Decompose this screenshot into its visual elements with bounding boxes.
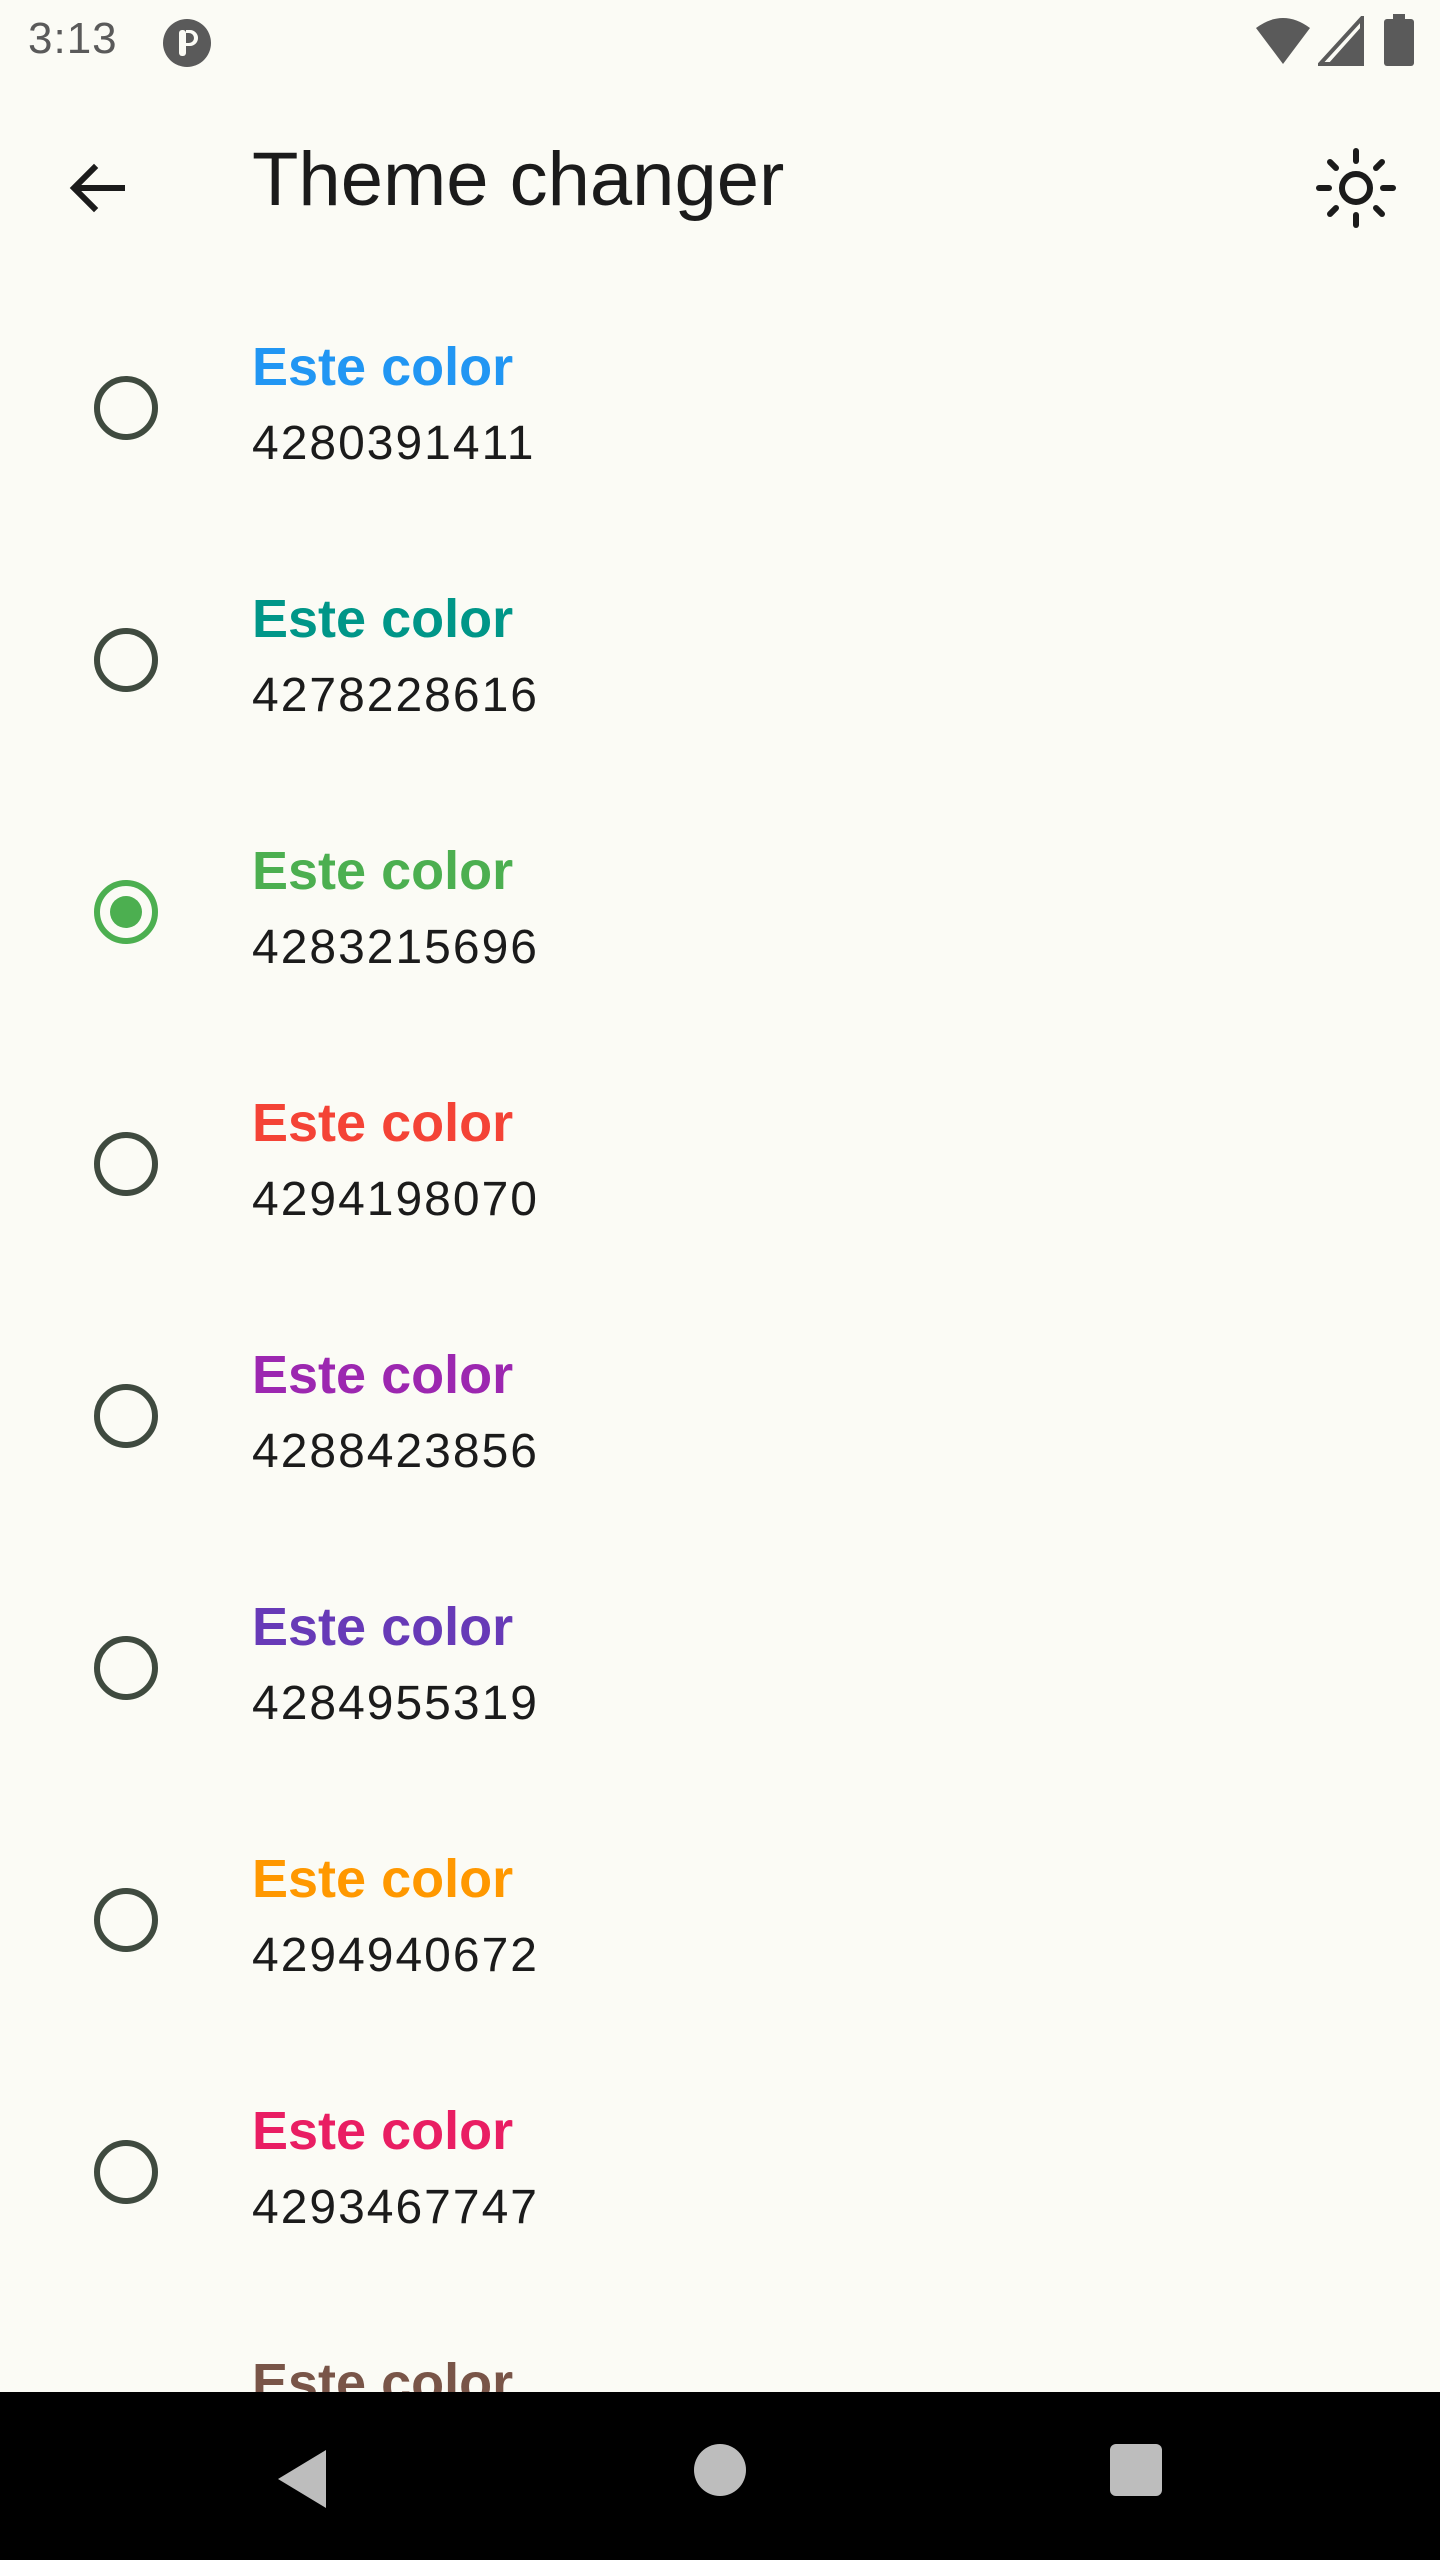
- radio-button[interactable]: [94, 1384, 158, 1448]
- color-option-value: 4283215696: [252, 921, 539, 974]
- back-button[interactable]: [56, 146, 140, 230]
- nav-back-icon[interactable]: [270, 2444, 340, 2514]
- color-option[interactable]: Este color 4280391411: [0, 278, 1440, 530]
- status-bar: 3:13: [0, 0, 1440, 84]
- color-option[interactable]: Este color 4294198070: [0, 1034, 1440, 1286]
- color-option-value: 4294198070: [252, 1173, 539, 1226]
- arrow-back-icon: [69, 163, 125, 213]
- radio-button[interactable]: [94, 376, 158, 440]
- color-option-value: 4284955319: [252, 1677, 539, 1730]
- color-option-value: 4293467747: [252, 2181, 539, 2234]
- color-option[interactable]: Este color 4288423856: [0, 1286, 1440, 1538]
- color-option-value: 4280391411: [252, 417, 536, 470]
- nav-recents-icon[interactable]: [1110, 2444, 1162, 2496]
- color-option-label: Este color: [252, 841, 514, 901]
- nav-home-icon[interactable]: [694, 2444, 746, 2496]
- radio-button[interactable]: [94, 2140, 158, 2204]
- radio-button[interactable]: [94, 1636, 158, 1700]
- color-option-label: Este color: [252, 1345, 514, 1405]
- color-option[interactable]: Este color 4294940672: [0, 1790, 1440, 2042]
- wifi-icon: [1256, 18, 1310, 64]
- color-option-label: Este color: [252, 1849, 514, 1909]
- color-option-value: 4278228616: [252, 669, 539, 722]
- cell-signal-icon: [1318, 16, 1364, 66]
- color-option-value: 4294940672: [252, 1929, 539, 1982]
- radio-button-selected[interactable]: [94, 880, 158, 944]
- color-option-label: Este color: [252, 337, 514, 397]
- theme-toggle-button[interactable]: [1306, 138, 1406, 238]
- color-option-label: Este color: [252, 1597, 514, 1657]
- color-option[interactable]: Este color 4284955319: [0, 1538, 1440, 1790]
- color-list: Este color 4280391411 Este color 4278228616…: [0, 278, 1440, 2546]
- battery-icon: [1384, 14, 1414, 66]
- color-option[interactable]: Este color 4283215696: [0, 782, 1440, 1034]
- screen: 3:13 Theme changer Este color 4280391411…: [0, 0, 1440, 2560]
- color-option-value: 4288423856: [252, 1425, 539, 1478]
- app-bar: Theme changer: [0, 84, 1440, 280]
- radio-button[interactable]: [94, 1132, 158, 1196]
- color-option[interactable]: Este color 4293467747: [0, 2042, 1440, 2294]
- navigation-bar: [0, 2392, 1440, 2560]
- status-time: 3:13: [28, 14, 118, 63]
- brightness-sun-icon: [1316, 148, 1396, 228]
- color-option-label: Este color: [252, 1093, 514, 1153]
- color-option-label: Este color: [252, 2101, 514, 2161]
- color-option-label: Este color: [252, 589, 514, 649]
- radio-button[interactable]: [94, 1888, 158, 1952]
- page-title: Theme changer: [252, 137, 785, 222]
- app-notification-icon: [163, 19, 211, 67]
- color-option[interactable]: Este color 4278228616: [0, 530, 1440, 782]
- radio-button[interactable]: [94, 628, 158, 692]
